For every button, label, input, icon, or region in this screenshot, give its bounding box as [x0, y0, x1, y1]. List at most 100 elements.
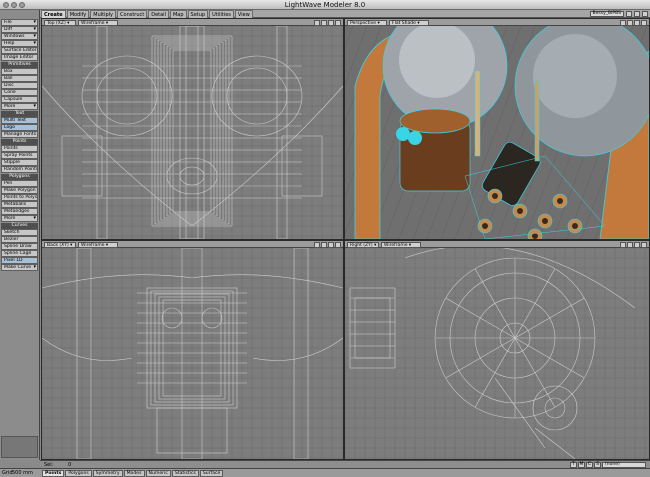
symmetry-mode-button[interactable]: Symmetry [92, 469, 123, 477]
group-heading-curves: Curves [1, 222, 38, 229]
layer-prev-icon[interactable] [626, 11, 632, 17]
modes-mode-button[interactable]: Modes [123, 469, 145, 477]
tab-view[interactable]: View [234, 10, 253, 18]
spline-draw-button[interactable]: Spline Draw [1, 243, 38, 250]
disc-button[interactable]: Disc [1, 82, 38, 89]
group-heading-points: Points [1, 138, 38, 145]
render-mode-select[interactable]: Wireframe [78, 19, 118, 26]
tab-construct[interactable]: Construct [117, 10, 148, 18]
numeric-mode-button[interactable]: Numeric [145, 469, 171, 477]
diff-button[interactable]: Diff [1, 26, 38, 33]
metaballs-button[interactable]: Metaballs [1, 201, 38, 208]
rotate-view-icon[interactable] [321, 241, 327, 248]
viewport-top[interactable]: Top (XZ) Wireframe [41, 18, 344, 240]
spline-cage-button[interactable]: Spline Cage [1, 250, 38, 257]
mode-buttons: Points Polygons Symmetry Modes Numeric Statis… [42, 469, 224, 477]
make-polygon-button[interactable]: Make Polygon [1, 187, 38, 194]
more-button[interactable]: More [1, 215, 38, 222]
viewport-back[interactable]: Back (XY) Wireframe [41, 240, 344, 460]
polygons-mode-button[interactable]: Polygons [65, 469, 92, 477]
move-view-icon[interactable] [620, 19, 626, 26]
layer-next-icon[interactable] [634, 11, 640, 17]
pixel-1d-button[interactable]: Pixel 1D [1, 257, 38, 264]
render-mode-select[interactable]: Wireframe [78, 241, 118, 248]
zoom-view-icon[interactable] [328, 241, 334, 248]
maximize-view-icon[interactable] [641, 241, 647, 248]
maximize-view-icon[interactable] [641, 19, 647, 26]
rotate-view-icon[interactable] [627, 241, 633, 248]
move-view-icon[interactable] [314, 241, 320, 248]
points-button[interactable]: Points [1, 145, 38, 152]
selection-count: 0 [68, 461, 72, 468]
surface-mode-button[interactable]: Surface [199, 469, 224, 477]
logo-button[interactable]: Logo [1, 124, 38, 131]
image-editor-button[interactable]: Image Editor [1, 54, 38, 61]
tab-setup[interactable]: Setup [187, 10, 209, 18]
window-controls[interactable] [3, 2, 25, 8]
grid-label: Grid [2, 470, 13, 476]
viewport-perspective[interactable]: Perspective Flat Shade [344, 18, 650, 240]
view-type-select[interactable]: Perspective [347, 19, 387, 26]
maximize-view-icon[interactable] [335, 241, 341, 248]
ball-button[interactable]: Ball [1, 75, 38, 82]
tab-detail[interactable]: Detail [148, 10, 169, 18]
stipple-button[interactable]: Stipple [1, 159, 38, 166]
group-heading-polygons: Polygons [1, 173, 38, 180]
selection-bar: Sel: 0 T M C S (none) [40, 460, 650, 468]
tab-list: Create Modify Multiply Construct Detail Map Se… [41, 10, 254, 18]
viewport-right[interactable]: Right (ZY) Wireframe [344, 240, 650, 460]
surface-editor-button[interactable]: Surface Editor [1, 47, 38, 54]
cone-button[interactable]: Cone [1, 89, 38, 96]
box-button[interactable]: Box [1, 68, 38, 75]
render-mode-select[interactable]: Flat Shade [389, 19, 429, 26]
multi-text-button[interactable]: Multi Text [1, 117, 38, 124]
zoom-view-icon[interactable] [328, 19, 334, 26]
zoom-view-icon[interactable] [634, 19, 640, 26]
layer-selector[interactable]: Bessy_BIPBS [589, 11, 624, 17]
points-mode-button[interactable]: Points [42, 469, 65, 477]
viewport-back-canvas[interactable] [42, 248, 343, 459]
window-title: LightWave Modeler 8.0 [284, 1, 366, 9]
zoom-icon[interactable] [19, 2, 25, 8]
tab-multiply[interactable]: Multiply [90, 10, 117, 18]
help-button[interactable]: Help [1, 40, 38, 47]
status-bar: Grid 500 mm Points Polygons Symmetry Modes N… [0, 468, 650, 477]
bezier-button[interactable]: Bezier [1, 236, 38, 243]
viewport-perspective-canvas[interactable] [345, 26, 649, 239]
file-button[interactable]: File [1, 19, 38, 26]
rotate-view-icon[interactable] [627, 19, 633, 26]
move-view-icon[interactable] [314, 19, 320, 26]
move-view-icon[interactable] [620, 241, 626, 248]
manage-fonts-button[interactable]: Manage Fonts [1, 131, 38, 138]
view-type-select[interactable]: Back (XY) [44, 241, 76, 248]
maximize-view-icon[interactable] [335, 19, 341, 26]
view-type-select[interactable]: Top (XZ) [44, 19, 76, 26]
statistics-mode-button[interactable]: Statistics [171, 469, 199, 477]
capsule-button[interactable]: Capsule [1, 96, 38, 103]
view-type-select[interactable]: Right (ZY) [347, 241, 379, 248]
zoom-view-icon[interactable] [634, 241, 640, 248]
minimize-icon[interactable] [11, 2, 17, 8]
group-heading-primitives: Primitives [1, 61, 38, 68]
windows-button[interactable]: Windows [1, 33, 38, 40]
render-mode-select[interactable]: Wireframe [381, 241, 421, 248]
spray-points-button[interactable]: Spray Points [1, 152, 38, 159]
tab-utilities[interactable]: Utilities [209, 10, 234, 18]
viewport-right-canvas[interactable] [345, 248, 649, 459]
left-toolbar: FileDiffWindowsHelpSurface EditorImage E… [0, 10, 40, 460]
random-points-button[interactable]: Random Points [1, 166, 38, 173]
grid-size: 500 mm [12, 470, 33, 476]
close-icon[interactable] [3, 2, 9, 8]
points-to-polys-button[interactable]: Points to Polys [1, 194, 38, 201]
viewport-top-canvas[interactable] [42, 26, 343, 239]
sketch-button[interactable]: Sketch [1, 229, 38, 236]
pen-button[interactable]: Pen [1, 180, 38, 187]
metaedges-button[interactable]: Metaedges [1, 208, 38, 215]
rotate-view-icon[interactable] [321, 19, 327, 26]
tab-modify[interactable]: Modify [66, 10, 90, 18]
make-curve-button[interactable]: Make Curve [1, 264, 38, 271]
layer-visibility-icon[interactable] [642, 11, 648, 17]
more-button[interactable]: More [1, 103, 38, 110]
tab-map[interactable]: Map [169, 10, 187, 18]
tab-create[interactable]: Create [41, 10, 66, 18]
